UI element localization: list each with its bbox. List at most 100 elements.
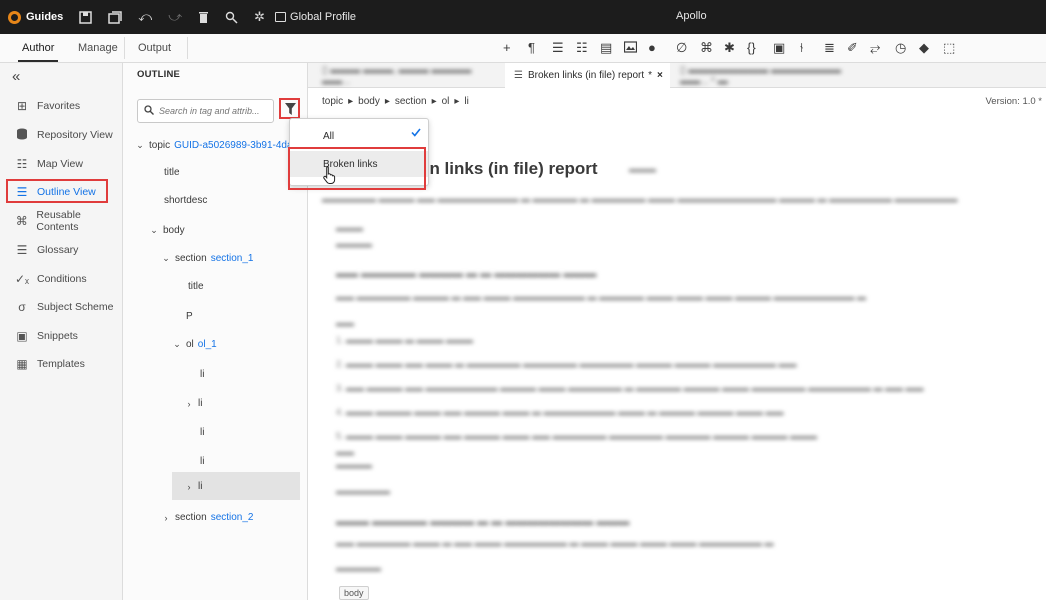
document-tab-active[interactable]: ☰ Broken links (in file) report * × (505, 63, 670, 88)
version-label: Version: 1.0 * (985, 96, 1042, 107)
redo-icon[interactable]: ⤻ (168, 9, 182, 25)
sidebar-item-map-view[interactable]: ☷ Map View (0, 152, 122, 176)
guides-brand[interactable]: Guides (0, 10, 63, 24)
adobe-guides-logo-icon (8, 10, 21, 24)
filter-option-broken-links[interactable]: Broken links (290, 151, 428, 177)
tree-node-p[interactable]: P (186, 311, 193, 322)
highlight-icon[interactable]: ✐ (847, 41, 858, 55)
chevron-right-icon[interactable]: › (184, 399, 194, 409)
tree-node-section-title[interactable]: title (188, 281, 204, 292)
tab-author[interactable]: Author (17, 34, 59, 62)
tree-node-li[interactable]: li (200, 427, 204, 438)
body-tag-marker[interactable]: body (339, 586, 369, 600)
trash-icon[interactable] (198, 11, 209, 24)
document-title[interactable]: en links (in file) report (420, 159, 598, 179)
document-tab[interactable]: ▯ ▬▬▬ ▬▬▬, ▬▬▬ ▬▬▬▬ ▬▬... (318, 63, 501, 88)
tree-node-label: li (200, 456, 205, 467)
tree-node-li[interactable]: li (200, 369, 204, 380)
app-title: Apollo (676, 10, 707, 22)
condition-icon[interactable]: ⥂ (870, 41, 880, 55)
global-profile-selector[interactable]: Global Profile (275, 11, 356, 23)
menu-bar: Author Manage Output + ¶ ☰ ☷ ▤ ● ∅ ⌘ ✱ {… (0, 34, 1046, 63)
sidebar-item-outline-view[interactable]: ☰ Outline View (0, 180, 122, 204)
chevron-down-icon[interactable]: ⌄ (172, 339, 182, 350)
more-tools-icon[interactable]: ⬚ (943, 41, 955, 55)
tree-node-li-selected[interactable]: › li (184, 481, 203, 492)
numbered-list-icon[interactable]: ☰ (552, 41, 564, 55)
tree-node-body[interactable]: ⌄ body (149, 225, 184, 236)
close-tab-icon[interactable]: × (657, 70, 663, 81)
link-icon[interactable]: ∅ (676, 41, 687, 55)
chevron-down-icon[interactable]: ⌄ (161, 253, 171, 264)
tree-node-label: li (200, 427, 205, 438)
blurred-content-line: ▬▬ ▬▬▬▬▬▬ ▬▬▬▬ ▬ ▬▬ ▬▬▬ ▬▬▬▬▬▬▬▬ ▬ ▬▬▬▬▬… (336, 292, 867, 302)
sidebar-item-glossary[interactable]: ☰ Glossary (0, 238, 122, 262)
tree-node-title[interactable]: title (164, 167, 180, 178)
outline-search-input[interactable] (159, 106, 269, 116)
tree-node-li[interactable]: li (200, 456, 204, 467)
sidebar-item-templates[interactable]: ▦ Templates (0, 352, 122, 376)
menu-divider (187, 37, 188, 59)
tab-output[interactable]: Output (138, 34, 171, 62)
tag-icon[interactable]: ◆ (919, 41, 929, 55)
table-icon[interactable]: ▤ (600, 41, 612, 55)
templates-icon: ▦ (16, 357, 28, 371)
modified-marker: * (648, 70, 653, 81)
tree-node-li[interactable]: › li (184, 398, 203, 409)
chevron-down-icon[interactable]: ⌄ (149, 225, 159, 236)
tab-manage[interactable]: Manage (78, 34, 118, 62)
tree-node-label: section (175, 253, 207, 264)
breadcrumb-item[interactable]: body (358, 96, 380, 107)
settings-gear-icon[interactable]: ✲ (254, 9, 265, 25)
save-all-icon[interactable] (108, 10, 123, 24)
sidebar-item-favorites[interactable]: ⊞ Favorites (0, 94, 122, 118)
outline-icon: ☰ (16, 185, 28, 199)
outline-search-box[interactable] (137, 99, 274, 123)
image-icon[interactable] (623, 41, 638, 56)
blurred-content-line: ▬▬▬▬ (336, 239, 372, 249)
tree-node-shortdesc[interactable]: shortdesc (164, 195, 207, 206)
document-tab[interactable]: ▯ ▬▬▬▬▬▬▬▬ ▬▬▬▬▬▬▬ ▬▬... * ▬ (674, 63, 870, 88)
symbol-icon[interactable]: ✱ (724, 41, 735, 55)
sidebar-item-conditions[interactable]: ✓ₓ Conditions (0, 267, 122, 291)
sidebar-item-subject-scheme[interactable]: σ Subject Scheme (0, 295, 122, 319)
insert-element-icon[interactable]: + (503, 41, 511, 55)
content-reference-icon[interactable]: ⫮ (800, 41, 803, 55)
find-replace-icon[interactable] (225, 11, 238, 24)
paragraph-icon[interactable]: ¶ (528, 41, 535, 55)
breadcrumb-item[interactable]: topic (322, 96, 343, 107)
sidebar-item-reusable-contents[interactable]: ⌘ Reusable Contents (0, 209, 122, 233)
breadcrumb-item[interactable]: li (464, 96, 468, 107)
blurred-list-item: 5. ▬▬▬ ▬▬▬ ▬▬▬▬ ▬▬ ▬▬▬▬ ▬▬▬ ▬▬ ▬▬▬▬▬▬ ▬▬… (336, 431, 818, 441)
tree-node-ol[interactable]: ⌄ ol ol_1 (172, 339, 216, 350)
undo-icon[interactable]: ⤺ (138, 9, 152, 25)
cross-reference-icon[interactable]: ⌘ (700, 41, 713, 55)
chevron-right-icon[interactable]: › (184, 482, 194, 492)
sidebar-item-snippets[interactable]: ▣ Snippets (0, 324, 122, 348)
sidebar-item-label: Reusable Contents (36, 209, 81, 233)
snippet-insert-icon[interactable]: ▣ (773, 41, 785, 55)
chevron-right-icon[interactable]: › (161, 513, 171, 523)
collapse-panel-icon[interactable]: « (12, 68, 20, 85)
save-icon[interactable] (79, 10, 93, 24)
chevron-down-icon[interactable]: ⌄ (135, 140, 145, 151)
tree-node-label: title (164, 167, 180, 178)
filter-option-all[interactable]: All (290, 123, 428, 149)
sidebar-item-repository-view[interactable]: Repository View (0, 123, 122, 147)
breadcrumb-item[interactable]: ol (442, 96, 450, 107)
filter-button[interactable] (284, 102, 296, 116)
tree-node-section-2[interactable]: › section section_2 (161, 512, 254, 523)
tree-node-label: li (200, 369, 205, 380)
multimedia-icon[interactable]: ● (648, 41, 656, 55)
version-history-icon[interactable]: ◷ (895, 41, 906, 55)
tree-node-section-1[interactable]: ⌄ section section_1 (161, 253, 253, 264)
sidebar-item-label: Outline View (37, 186, 96, 198)
sidebar-item-label: Conditions (37, 273, 87, 285)
tree-node-label: title (188, 281, 204, 292)
breadcrumb-item[interactable]: section (395, 96, 427, 107)
bulleted-list-icon[interactable]: ☷ (576, 41, 588, 55)
code-block-icon[interactable]: {} (747, 41, 756, 55)
sidebar-item-label: Templates (37, 358, 85, 370)
track-changes-icon[interactable]: ≣ (824, 41, 835, 55)
tree-node-topic[interactable]: ⌄ topic GUID-a5026989-3b91-4dac (135, 140, 297, 151)
